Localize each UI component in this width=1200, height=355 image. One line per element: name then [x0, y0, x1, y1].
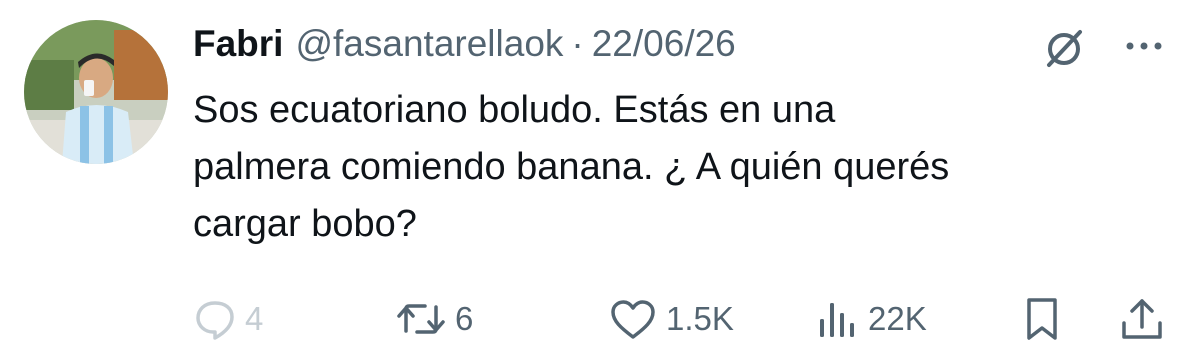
- repost-count: 6: [455, 300, 474, 337]
- bookmark-icon: [1027, 298, 1057, 340]
- like-count: 1.5K: [666, 300, 734, 337]
- repost-icon: [397, 304, 445, 334]
- separator-dot: ·: [571, 23, 584, 64]
- like-button[interactable]: 1.5K: [608, 295, 734, 343]
- views-count: 22K: [868, 300, 927, 337]
- author-name[interactable]: Fabri: [193, 23, 283, 65]
- heart-icon: [611, 300, 655, 339]
- avatar[interactable]: [24, 20, 168, 164]
- more-icon[interactable]: [1120, 28, 1168, 64]
- views-icon: [820, 303, 854, 337]
- views-button[interactable]: 22K: [816, 295, 927, 343]
- tweet-text: Sos ecuatoriano boludo. Estás en una pal…: [193, 89, 950, 245]
- avatar-image: [24, 20, 168, 164]
- tweet-header: Fabri @fasantarellaok · 22/06/26: [193, 18, 736, 70]
- share-button[interactable]: [1118, 295, 1166, 343]
- reply-count: 4: [245, 300, 264, 337]
- author-handle[interactable]: @fasantarellaok: [295, 23, 563, 65]
- reply-icon: [196, 301, 234, 340]
- tweet-date[interactable]: 22/06/26: [592, 23, 736, 65]
- reply-button[interactable]: 4: [193, 295, 263, 343]
- share-icon: [1122, 299, 1162, 339]
- grok-icon[interactable]: [1040, 24, 1088, 72]
- bookmark-button[interactable]: [1020, 295, 1064, 343]
- tweet-card[interactable]: Fabri @fasantarellaok · 22/06/26 Sos ecu…: [0, 0, 1200, 355]
- repost-button[interactable]: 6: [395, 295, 473, 343]
